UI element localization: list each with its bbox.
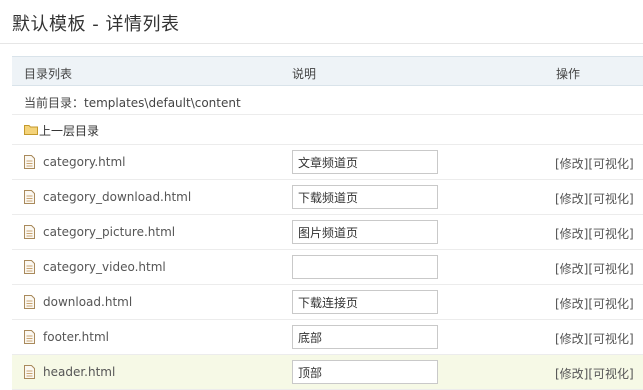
edit-link[interactable]: [修改] [555,332,588,346]
file-icon [24,155,35,169]
file-icon [24,260,35,274]
description-input[interactable] [292,360,438,384]
file-icon [24,365,35,379]
description-input[interactable] [292,290,438,314]
visual-edit-link[interactable]: [可视化] [588,262,633,276]
file-name: category_video.html [43,260,166,274]
edit-link[interactable]: [修改] [555,157,588,171]
column-header-name: 目录列表 [24,67,73,81]
edit-link[interactable]: [修改] [555,192,588,206]
row-actions: [修改][可视化] [555,155,634,172]
description-input[interactable] [292,220,438,244]
table-row: category_video.html [修改][可视化] [12,250,643,285]
column-header-desc: 说明 [292,67,317,81]
table-header: 目录列表 说明 操作 [12,56,643,86]
table-row: header.html [修改][可视化] [12,355,643,390]
row-actions: [修改][可视化] [555,295,634,312]
row-actions: [修改][可视化] [555,190,634,207]
page-title: 默认模板 - 详情列表 [12,14,180,35]
edit-link[interactable]: [修改] [555,297,588,311]
file-name: category.html [43,155,126,169]
visual-edit-link[interactable]: [可视化] [588,227,633,241]
table-row: category.html [修改][可视化] [12,145,643,180]
file-icon [24,330,35,344]
table-row: category_download.html [修改][可视化] [12,180,643,215]
description-input[interactable] [292,150,438,174]
file-name: download.html [43,295,133,309]
file-name: header.html [43,365,116,379]
folder-icon [24,125,38,135]
visual-edit-link[interactable]: [可视化] [588,332,633,346]
table-row: footer.html [修改][可视化] [12,320,643,355]
file-name: footer.html [43,330,109,344]
up-dir-link[interactable]: 上一层目录 [39,122,99,139]
title-bar: 默认模板 - 详情列表 [0,0,643,44]
description-input[interactable] [292,325,438,349]
table-row: download.html [修改][可视化] [12,285,643,320]
description-input[interactable] [292,185,438,209]
row-actions: [修改][可视化] [555,330,634,347]
description-input[interactable] [292,255,438,279]
visual-edit-link[interactable]: [可视化] [588,157,633,171]
template-list-table: 目录列表 说明 操作 当前目录：templates\default\conten… [12,56,643,390]
file-icon [24,295,35,309]
file-rows: category.html[修改][可视化]category_download.… [12,145,643,390]
current-dir-row: 当前目录：templates\default\content [12,86,643,115]
file-name: category_picture.html [43,225,176,239]
visual-edit-link[interactable]: [可视化] [588,192,633,206]
edit-link[interactable]: [修改] [555,367,588,381]
edit-link[interactable]: [修改] [555,262,588,276]
file-icon [24,225,35,239]
visual-edit-link[interactable]: [可视化] [588,367,633,381]
current-dir-text: 当前目录：templates\default\content [24,96,241,110]
row-actions: [修改][可视化] [555,365,634,382]
table-row: category_picture.html [修改][可视化] [12,215,643,250]
file-name: category_download.html [43,190,192,204]
edit-link[interactable]: [修改] [555,227,588,241]
column-header-op: 操作 [556,67,581,81]
row-actions: [修改][可视化] [555,225,634,242]
file-icon [24,190,35,204]
visual-edit-link[interactable]: [可视化] [588,297,633,311]
up-dir-row[interactable]: 上一层目录 [12,115,643,145]
row-actions: [修改][可视化] [555,260,634,277]
